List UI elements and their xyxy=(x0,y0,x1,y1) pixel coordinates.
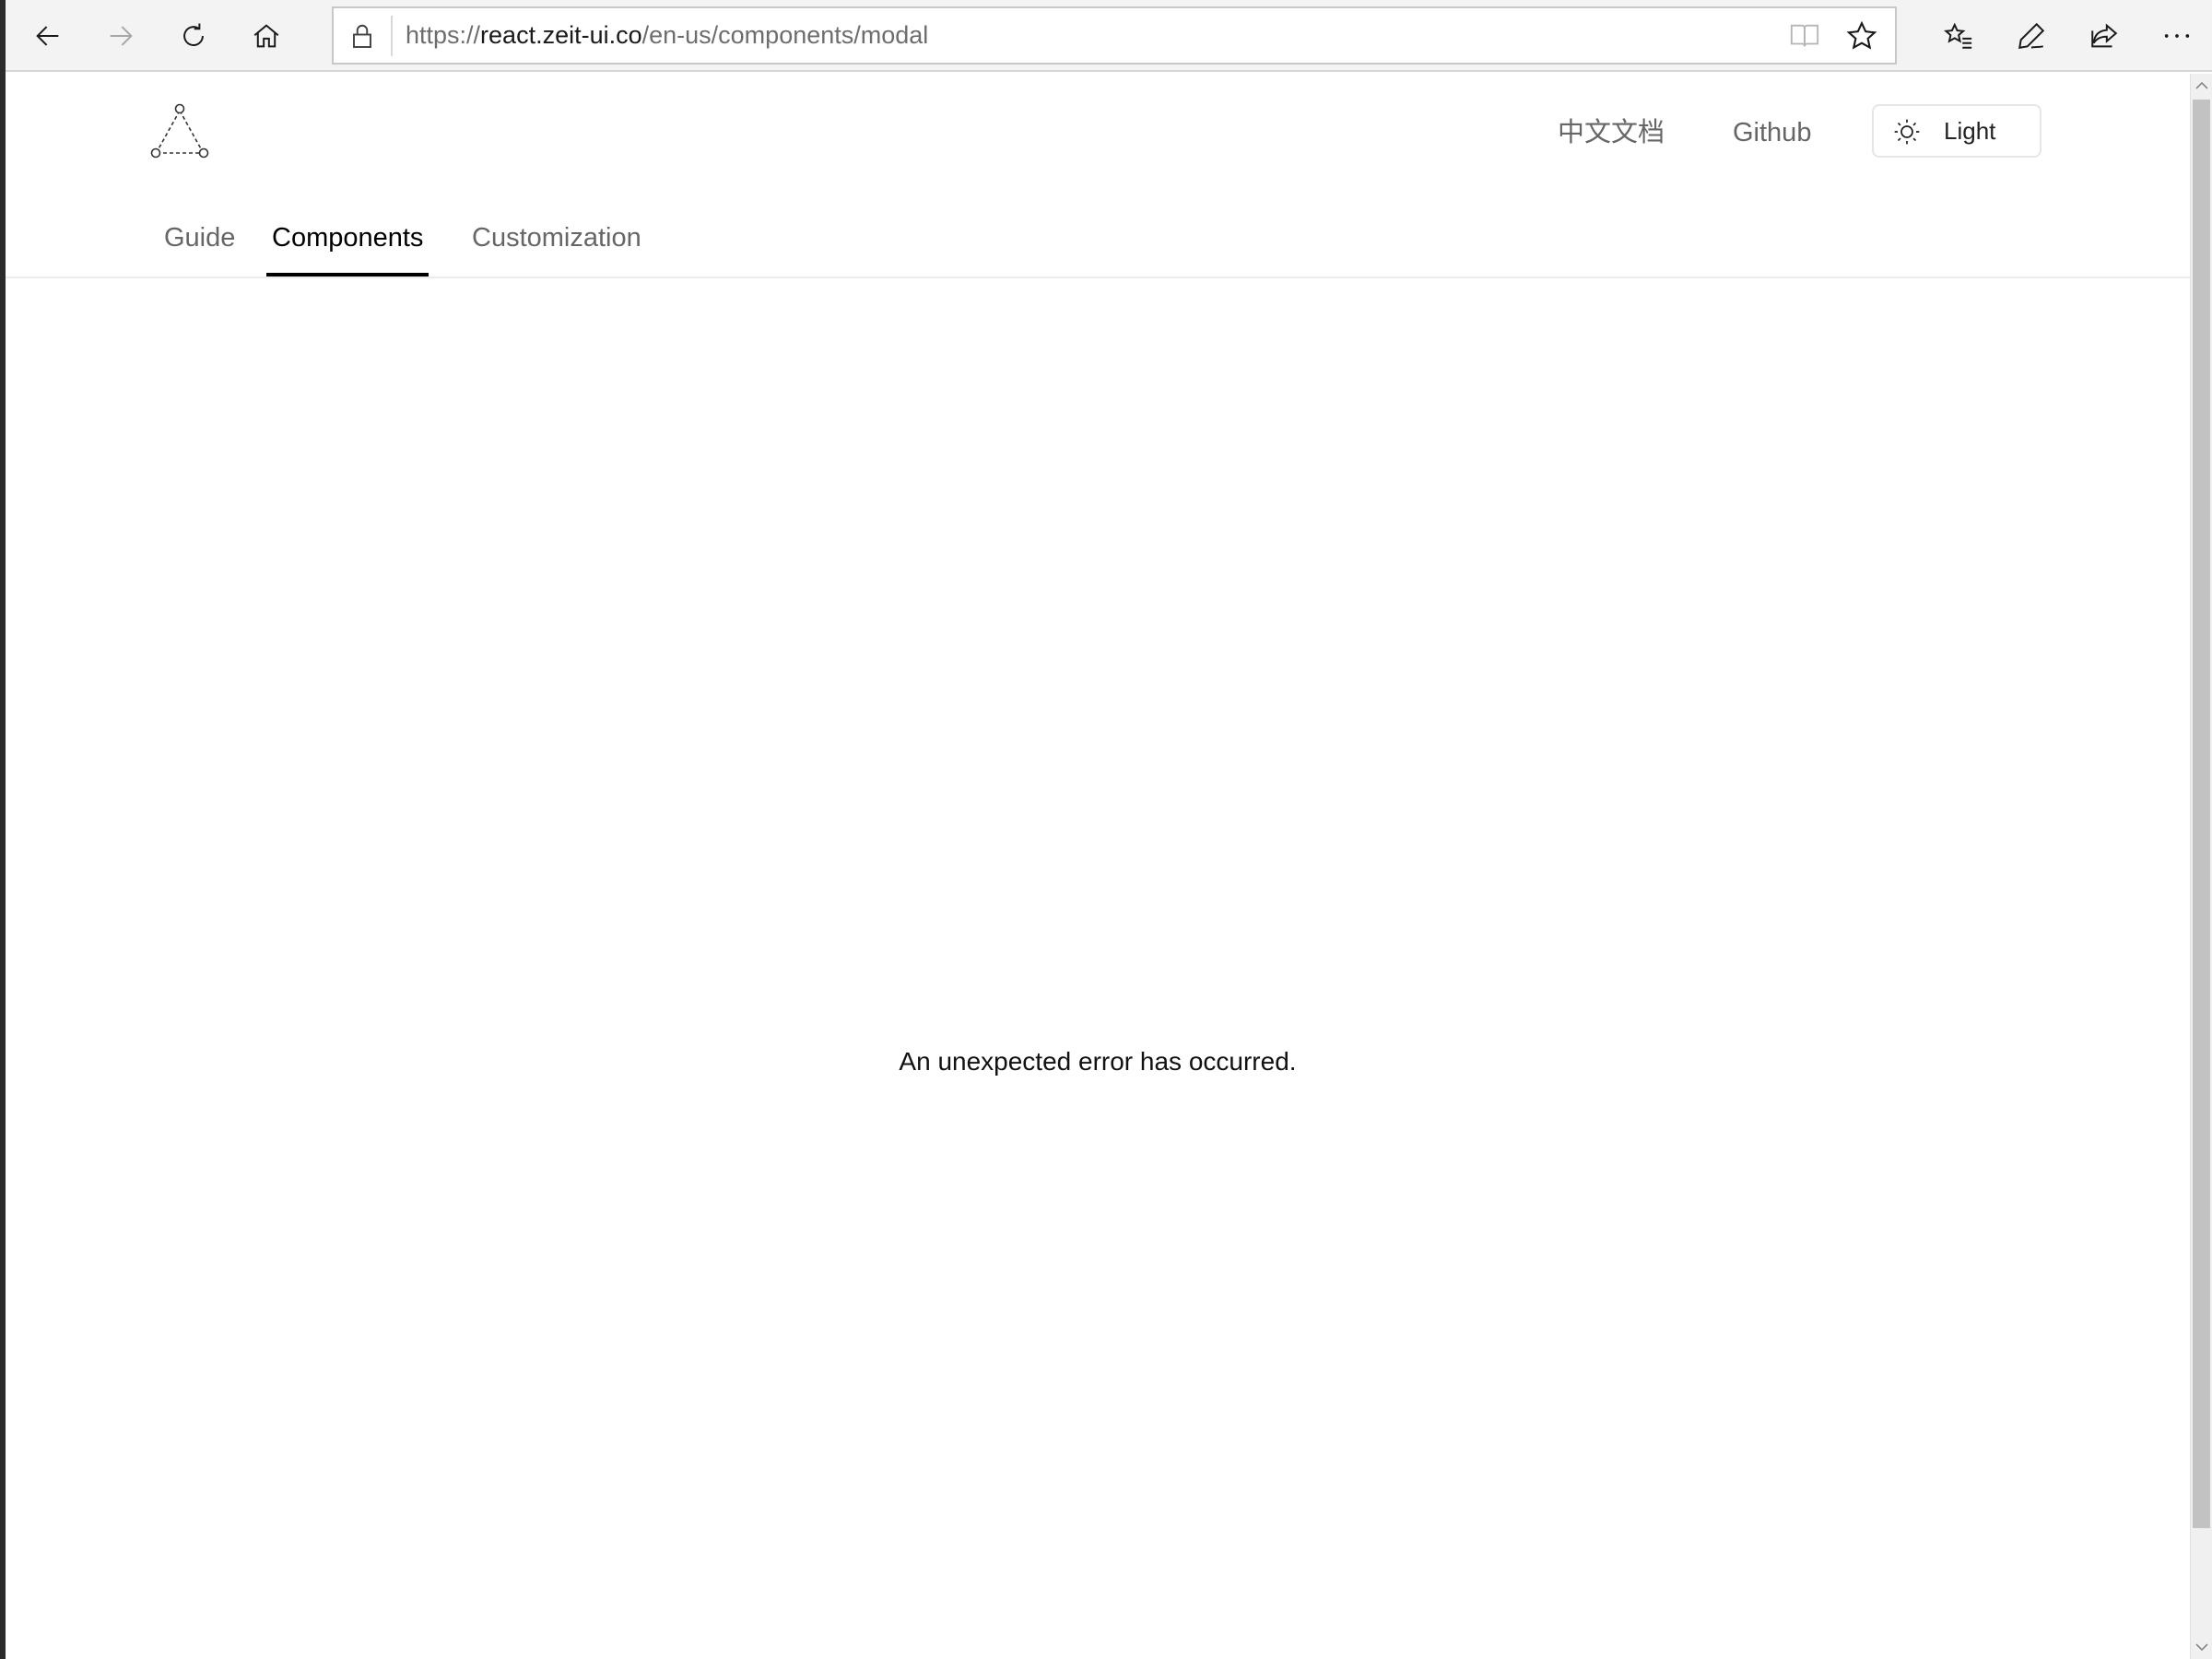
reading-view-button[interactable] xyxy=(1786,19,1823,53)
address-divider xyxy=(391,16,393,56)
refresh-button[interactable] xyxy=(166,8,221,64)
url-host: react.zeit-ui.co xyxy=(480,21,642,49)
reading-view-icon xyxy=(1790,24,1819,47)
pen-icon xyxy=(2018,22,2045,49)
favorites-list-button[interactable] xyxy=(1931,8,1986,64)
home-button[interactable] xyxy=(239,8,294,64)
forward-arrow-icon xyxy=(110,26,133,46)
chinese-docs-link[interactable]: 中文文档 xyxy=(1558,112,1665,153)
tab-components[interactable]: Components xyxy=(266,203,429,276)
scroll-up-arrow[interactable] xyxy=(2191,74,2212,98)
more-icon xyxy=(2164,34,2190,38)
favorite-button[interactable] xyxy=(1841,16,1882,56)
url-path: /en-us/components/modal xyxy=(641,21,929,49)
back-arrow-icon xyxy=(36,26,59,46)
pen-button[interactable] xyxy=(2004,8,2059,64)
tab-guide[interactable]: Guide xyxy=(159,203,241,276)
url-field[interactable]: https://react.zeit-ui.co/en-us/component… xyxy=(406,8,928,63)
scrollbar-thumb[interactable] xyxy=(2193,100,2210,1528)
address-bar[interactable]: https://react.zeit-ui.co/en-us/component… xyxy=(332,6,1897,65)
error-message: An unexpected error has occurred. xyxy=(899,1047,1297,1076)
triangle-logo-icon xyxy=(150,103,209,159)
sun-icon xyxy=(1892,117,1922,147)
page-content: 中文文档 Github Light Guide Components Custo… xyxy=(6,74,2190,1659)
lock-icon[interactable] xyxy=(347,19,378,53)
browser-toolbar: https://react.zeit-ui.co/en-us/component… xyxy=(6,0,2212,72)
chevron-up-icon xyxy=(2195,82,2207,89)
github-link[interactable]: Github xyxy=(1733,112,1811,153)
scroll-down-arrow[interactable] xyxy=(2191,1635,2212,1659)
more-button[interactable] xyxy=(2149,8,2205,64)
logo[interactable] xyxy=(149,103,210,160)
theme-toggle-button[interactable]: Light xyxy=(1872,104,2041,158)
theme-toggle-label: Light xyxy=(1944,117,1996,145)
back-button[interactable] xyxy=(20,8,76,64)
favorites-list-icon xyxy=(1944,22,1972,49)
vertical-scrollbar[interactable] xyxy=(2190,74,2212,1659)
chevron-down-icon xyxy=(2195,1643,2207,1651)
refresh-icon xyxy=(183,23,204,46)
share-icon xyxy=(2091,23,2118,48)
forward-button[interactable] xyxy=(93,8,148,64)
url-scheme: https:// xyxy=(406,21,481,49)
main-tabs: Guide Components Customization xyxy=(6,203,2190,278)
tab-customization[interactable]: Customization xyxy=(466,203,647,276)
share-button[interactable] xyxy=(2077,8,2132,64)
star-icon xyxy=(1846,20,1877,50)
browser-window: https://react.zeit-ui.co/en-us/component… xyxy=(0,0,2212,1659)
home-icon xyxy=(253,24,279,48)
